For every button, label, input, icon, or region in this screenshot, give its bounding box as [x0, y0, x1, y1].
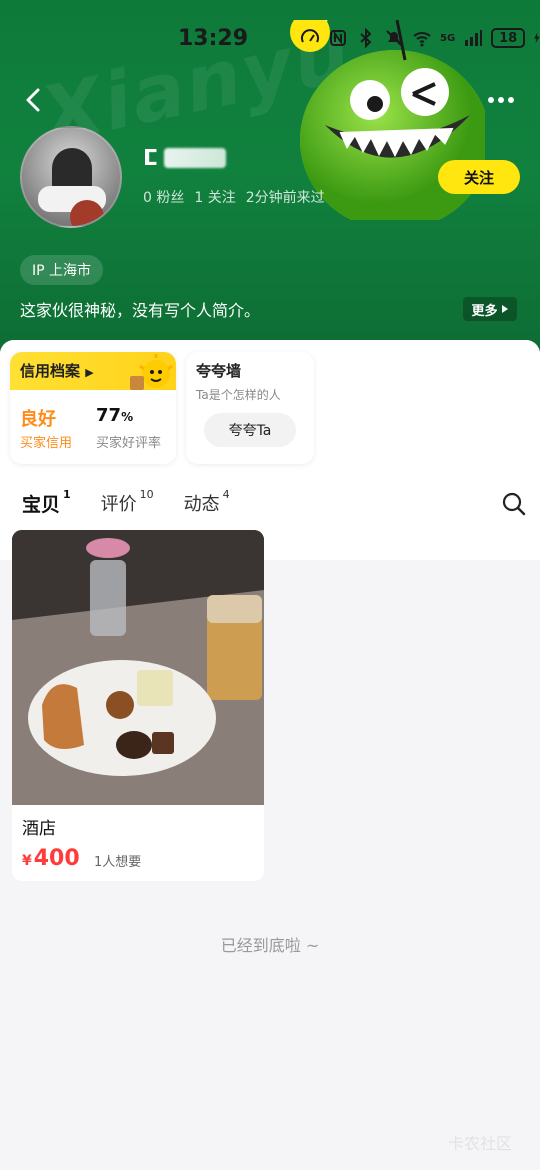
credit-title: 信用档案 ▶ [20, 362, 94, 380]
following-count[interactable]: 1 关注 [194, 187, 235, 207]
credit-rating-label: 买家信用 [20, 436, 73, 451]
tab-reviews[interactable]: 评价 10 [101, 488, 154, 516]
last-seen: 2分钟前来过 [245, 190, 325, 206]
charging-icon [534, 32, 540, 44]
end-of-list-text: 已经到底啦 ~ [220, 936, 320, 955]
product-price: ¥400 [22, 846, 80, 871]
bio-text: 这家伙很神秘，没有写个人简介。 [20, 301, 261, 320]
praise-wall-title: 夸夸墙 [196, 362, 242, 380]
more-bio-button[interactable]: 更多 [463, 297, 517, 321]
username: ⵎ [143, 144, 227, 172]
product-card[interactable]: 酒店 ¥400 1人想要 [12, 530, 264, 881]
praise-wall-card[interactable]: 夸夸墙 Ta是个怎样的人 夸夸Ta [186, 352, 314, 464]
back-icon[interactable] [18, 84, 50, 116]
signal-icon [465, 30, 483, 46]
product-image[interactable] [12, 530, 264, 805]
ip-location-badge: IP 上海市 [20, 255, 104, 285]
tab-items[interactable]: 宝贝 1 [22, 488, 71, 519]
praise-wall-subtitle: Ta是个怎样的人 [196, 388, 281, 402]
sun-mascot-icon [130, 354, 173, 390]
username-redacted [164, 148, 227, 168]
status-bar: 13:29 5G 18 [0, 22, 540, 58]
corner-watermark: 卡农社区 [448, 1134, 513, 1153]
product-title: 酒店 [22, 819, 56, 839]
follow-button[interactable]: 关注 [438, 160, 520, 194]
profile-header: Xianyu 13:29 5G 18 ⵎ 0 粉丝 1 关注 2分钟前来过 关注… [0, 0, 540, 380]
more-bio-label: 更多 [471, 303, 498, 319]
nfc-icon [330, 30, 346, 46]
bluetooth-icon [360, 28, 372, 48]
praise-button[interactable]: 夸夸Ta [204, 413, 296, 447]
product-wants: 1人想要 [94, 855, 142, 870]
username-initial: ⵎ [143, 145, 159, 171]
status-time: 13:29 [178, 26, 249, 51]
profile-stats: 0 粉丝 1 关注 2分钟前来过 [143, 187, 325, 207]
more-options-icon[interactable] [488, 92, 522, 108]
followers-count[interactable]: 0 粉丝 [143, 187, 184, 207]
profile-tabs: 宝贝 1 评价 10 动态 4 [22, 488, 230, 519]
credit-rating: 良好 [20, 409, 56, 430]
triangle-right-icon [501, 305, 508, 313]
tab-posts[interactable]: 动态 4 [184, 488, 230, 516]
positive-rate-label: 买家好评率 [96, 436, 162, 451]
status-icons: 5G 18 [300, 28, 540, 48]
avatar[interactable] [20, 126, 122, 228]
speed-icon [301, 29, 319, 43]
network-type: 5G [440, 32, 456, 44]
positive-rate: 77% [96, 405, 134, 426]
wifi-icon [413, 32, 431, 47]
battery-indicator: 18 [491, 28, 526, 48]
search-icon[interactable] [502, 492, 526, 516]
mute-icon [386, 30, 402, 46]
credit-profile-card[interactable]: 信用档案 ▶ 良好 买家信用 77% 买家好评率 [10, 352, 176, 464]
